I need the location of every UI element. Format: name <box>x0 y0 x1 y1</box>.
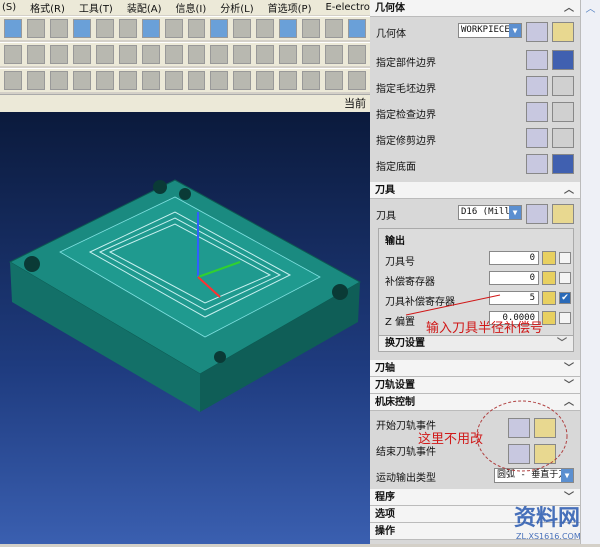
annotation-overlay <box>405 294 568 472</box>
toolbar-button[interactable] <box>302 19 321 38</box>
toolbar-main <box>0 16 370 40</box>
toolbar-button[interactable] <box>164 19 183 38</box>
toolbar-button[interactable] <box>325 19 344 38</box>
menu-item[interactable]: 信息(I) <box>176 0 207 15</box>
graphics-viewport[interactable] <box>0 112 370 544</box>
panel-scrollbar[interactable]: ︿ <box>580 0 600 544</box>
toolbar-button[interactable] <box>164 71 183 90</box>
toolbar-button[interactable] <box>233 45 252 64</box>
toolbar-button[interactable] <box>26 45 45 64</box>
toolbar-button[interactable] <box>187 45 206 64</box>
toolbar-button[interactable] <box>26 71 45 90</box>
annotation-nochange: 这里不用改 <box>418 432 484 447</box>
menu-bar: (S) 格式(R) 工具(T) 装配(A) 信息(I) 分析(L) 首选项(P)… <box>0 0 408 15</box>
toolbar-button[interactable] <box>118 71 137 90</box>
mold-model <box>8 179 362 412</box>
toolbar-button[interactable] <box>302 45 321 64</box>
toolbar-button[interactable] <box>141 71 160 90</box>
toolbar-button[interactable] <box>256 45 275 64</box>
toolbar-button[interactable] <box>95 71 114 90</box>
toolbar-button[interactable] <box>256 71 275 90</box>
toolbar-button[interactable] <box>49 19 68 38</box>
toolbar-button[interactable] <box>279 71 298 90</box>
scroll-up-icon[interactable]: ︿ <box>581 0 600 16</box>
menu-item[interactable]: 格式(R) <box>30 0 65 15</box>
toolbar-button[interactable] <box>141 19 160 38</box>
toolbar-button[interactable] <box>118 45 137 64</box>
toolbar-button[interactable] <box>118 19 137 38</box>
toolbar-button[interactable] <box>141 45 160 64</box>
watermark-name: 资料网 <box>514 506 581 531</box>
toolbar-button[interactable] <box>210 45 229 64</box>
toolbar-button[interactable] <box>210 19 229 38</box>
toolbar-button[interactable] <box>325 71 344 90</box>
toolbar-button[interactable] <box>233 71 252 90</box>
toolbar-button[interactable] <box>302 71 321 90</box>
toolbar-button[interactable] <box>256 19 275 38</box>
toolbar-operations <box>0 42 370 66</box>
toolbar-button[interactable] <box>95 19 114 38</box>
toolbar-button[interactable] <box>279 45 298 64</box>
toolbar-button[interactable] <box>210 71 229 90</box>
toolbar-geometry <box>0 68 370 92</box>
toolbar-button[interactable] <box>4 19 22 38</box>
toolbar-button[interactable] <box>348 19 366 38</box>
menu-item[interactable]: 装配(A) <box>127 0 162 15</box>
toolbar-button[interactable] <box>348 45 366 64</box>
toolbar-button[interactable] <box>95 45 114 64</box>
toolbar-button[interactable] <box>279 19 298 38</box>
toolbar-button[interactable] <box>72 71 91 90</box>
toolbar-button[interactable] <box>325 45 344 64</box>
operation-dialog: 几何体 ︿ 几何体 WORKPIECE ▼ 指定部件边界 指定毛坯边界 指定检查边界 指定… <box>370 0 581 544</box>
toolbar-button[interactable] <box>187 19 206 38</box>
watermark-url: ZL.XS1616.COM <box>516 532 581 541</box>
annotation-arrow <box>405 294 501 316</box>
toolbar-button[interactable] <box>348 71 366 90</box>
toolbar-button[interactable] <box>187 71 206 90</box>
toolbar-button[interactable] <box>4 71 22 90</box>
toolbar-button[interactable] <box>72 45 91 64</box>
toolbar-button[interactable] <box>164 45 183 64</box>
toolbar-button[interactable] <box>49 45 68 64</box>
menu-item[interactable]: 首选项(P) <box>268 0 312 15</box>
watermark-logo: 资料网 ZL.XS1616.COM <box>480 500 581 541</box>
toolbar-button[interactable] <box>72 19 91 38</box>
toolbar-button[interactable] <box>233 19 252 38</box>
annotation-circle <box>476 400 568 472</box>
menu-item[interactable]: (S) <box>2 2 16 13</box>
annotation-radius: 输入刀具半径补偿号 <box>426 321 544 336</box>
toolbar-button[interactable] <box>49 71 68 90</box>
toolbar-button[interactable] <box>26 19 45 38</box>
menu-item[interactable]: 工具(T) <box>79 0 113 15</box>
hole <box>153 180 167 194</box>
status-bar: 当前 <box>0 94 370 112</box>
toolbar-button[interactable] <box>4 45 22 64</box>
menu-item[interactable]: 分析(L) <box>220 0 253 15</box>
